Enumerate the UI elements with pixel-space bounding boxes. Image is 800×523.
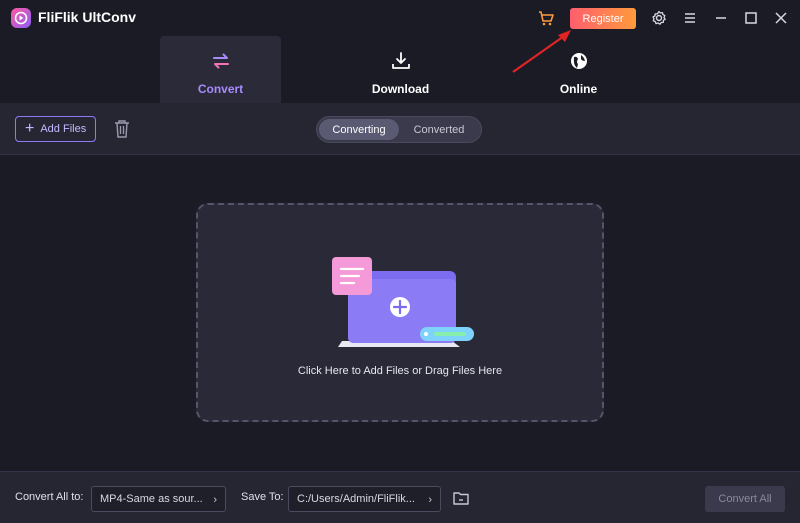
download-icon: [390, 50, 412, 72]
gear-icon[interactable]: [650, 9, 668, 27]
add-files-button[interactable]: + Add Files: [15, 116, 96, 142]
segment-converting[interactable]: Converting: [319, 119, 399, 140]
trash-icon[interactable]: [113, 119, 131, 139]
main-area: Click Here to Add Files or Drag Files He…: [0, 155, 800, 471]
bottom-bar: Convert All to: MP4-Same as sour... › Sa…: [0, 471, 800, 523]
chevron-right-icon: ›: [213, 494, 217, 506]
close-icon[interactable]: [772, 9, 790, 27]
save-path-select[interactable]: C:/Users/Admin/FliFlik... ›: [288, 486, 441, 512]
tab-label: Convert: [197, 82, 244, 96]
convert-arrows-icon: [210, 50, 232, 72]
app-title: FliFlik UltConv: [38, 9, 136, 25]
cart-icon[interactable]: [537, 9, 555, 27]
plus-icon: +: [25, 120, 35, 137]
toolbar: + Add Files Converting Converted: [0, 103, 800, 155]
add-folder-illustration-icon: [332, 257, 474, 347]
output-format-select[interactable]: MP4-Same as sour... ›: [91, 486, 226, 512]
save-path-value: C:/Users/Admin/FliFlik...: [297, 493, 415, 505]
tab-label: Online: [559, 82, 598, 96]
dropzone-text: Click Here to Add Files or Drag Files He…: [297, 365, 503, 377]
register-button[interactable]: Register: [570, 8, 636, 29]
tab-online[interactable]: Online: [518, 36, 639, 103]
app-logo-icon: [11, 8, 31, 28]
main-tab-bar: Convert Download Online: [0, 36, 800, 103]
folder-icon[interactable]: [452, 489, 470, 507]
globe-icon: [568, 50, 590, 72]
add-files-label: Add Files: [40, 123, 87, 135]
tab-label: Download: [371, 82, 430, 96]
segment-converted[interactable]: Converted: [399, 119, 479, 140]
menu-icon[interactable]: [681, 9, 699, 27]
status-segmented-control: Converting Converted: [316, 116, 482, 143]
tab-download[interactable]: Download: [340, 36, 461, 103]
convert-all-button[interactable]: Convert All: [705, 486, 785, 512]
output-format-value: MP4-Same as sour...: [100, 493, 203, 505]
chevron-right-icon: ›: [428, 494, 432, 506]
maximize-icon[interactable]: [742, 9, 760, 27]
save-to-label: Save To:: [241, 491, 284, 503]
file-dropzone[interactable]: Click Here to Add Files or Drag Files He…: [196, 203, 604, 422]
minimize-icon[interactable]: [712, 9, 730, 27]
tab-convert[interactable]: Convert: [160, 36, 281, 103]
title-bar: FliFlik UltConv Register: [0, 0, 800, 36]
convert-all-to-label: Convert All to:: [15, 491, 84, 503]
